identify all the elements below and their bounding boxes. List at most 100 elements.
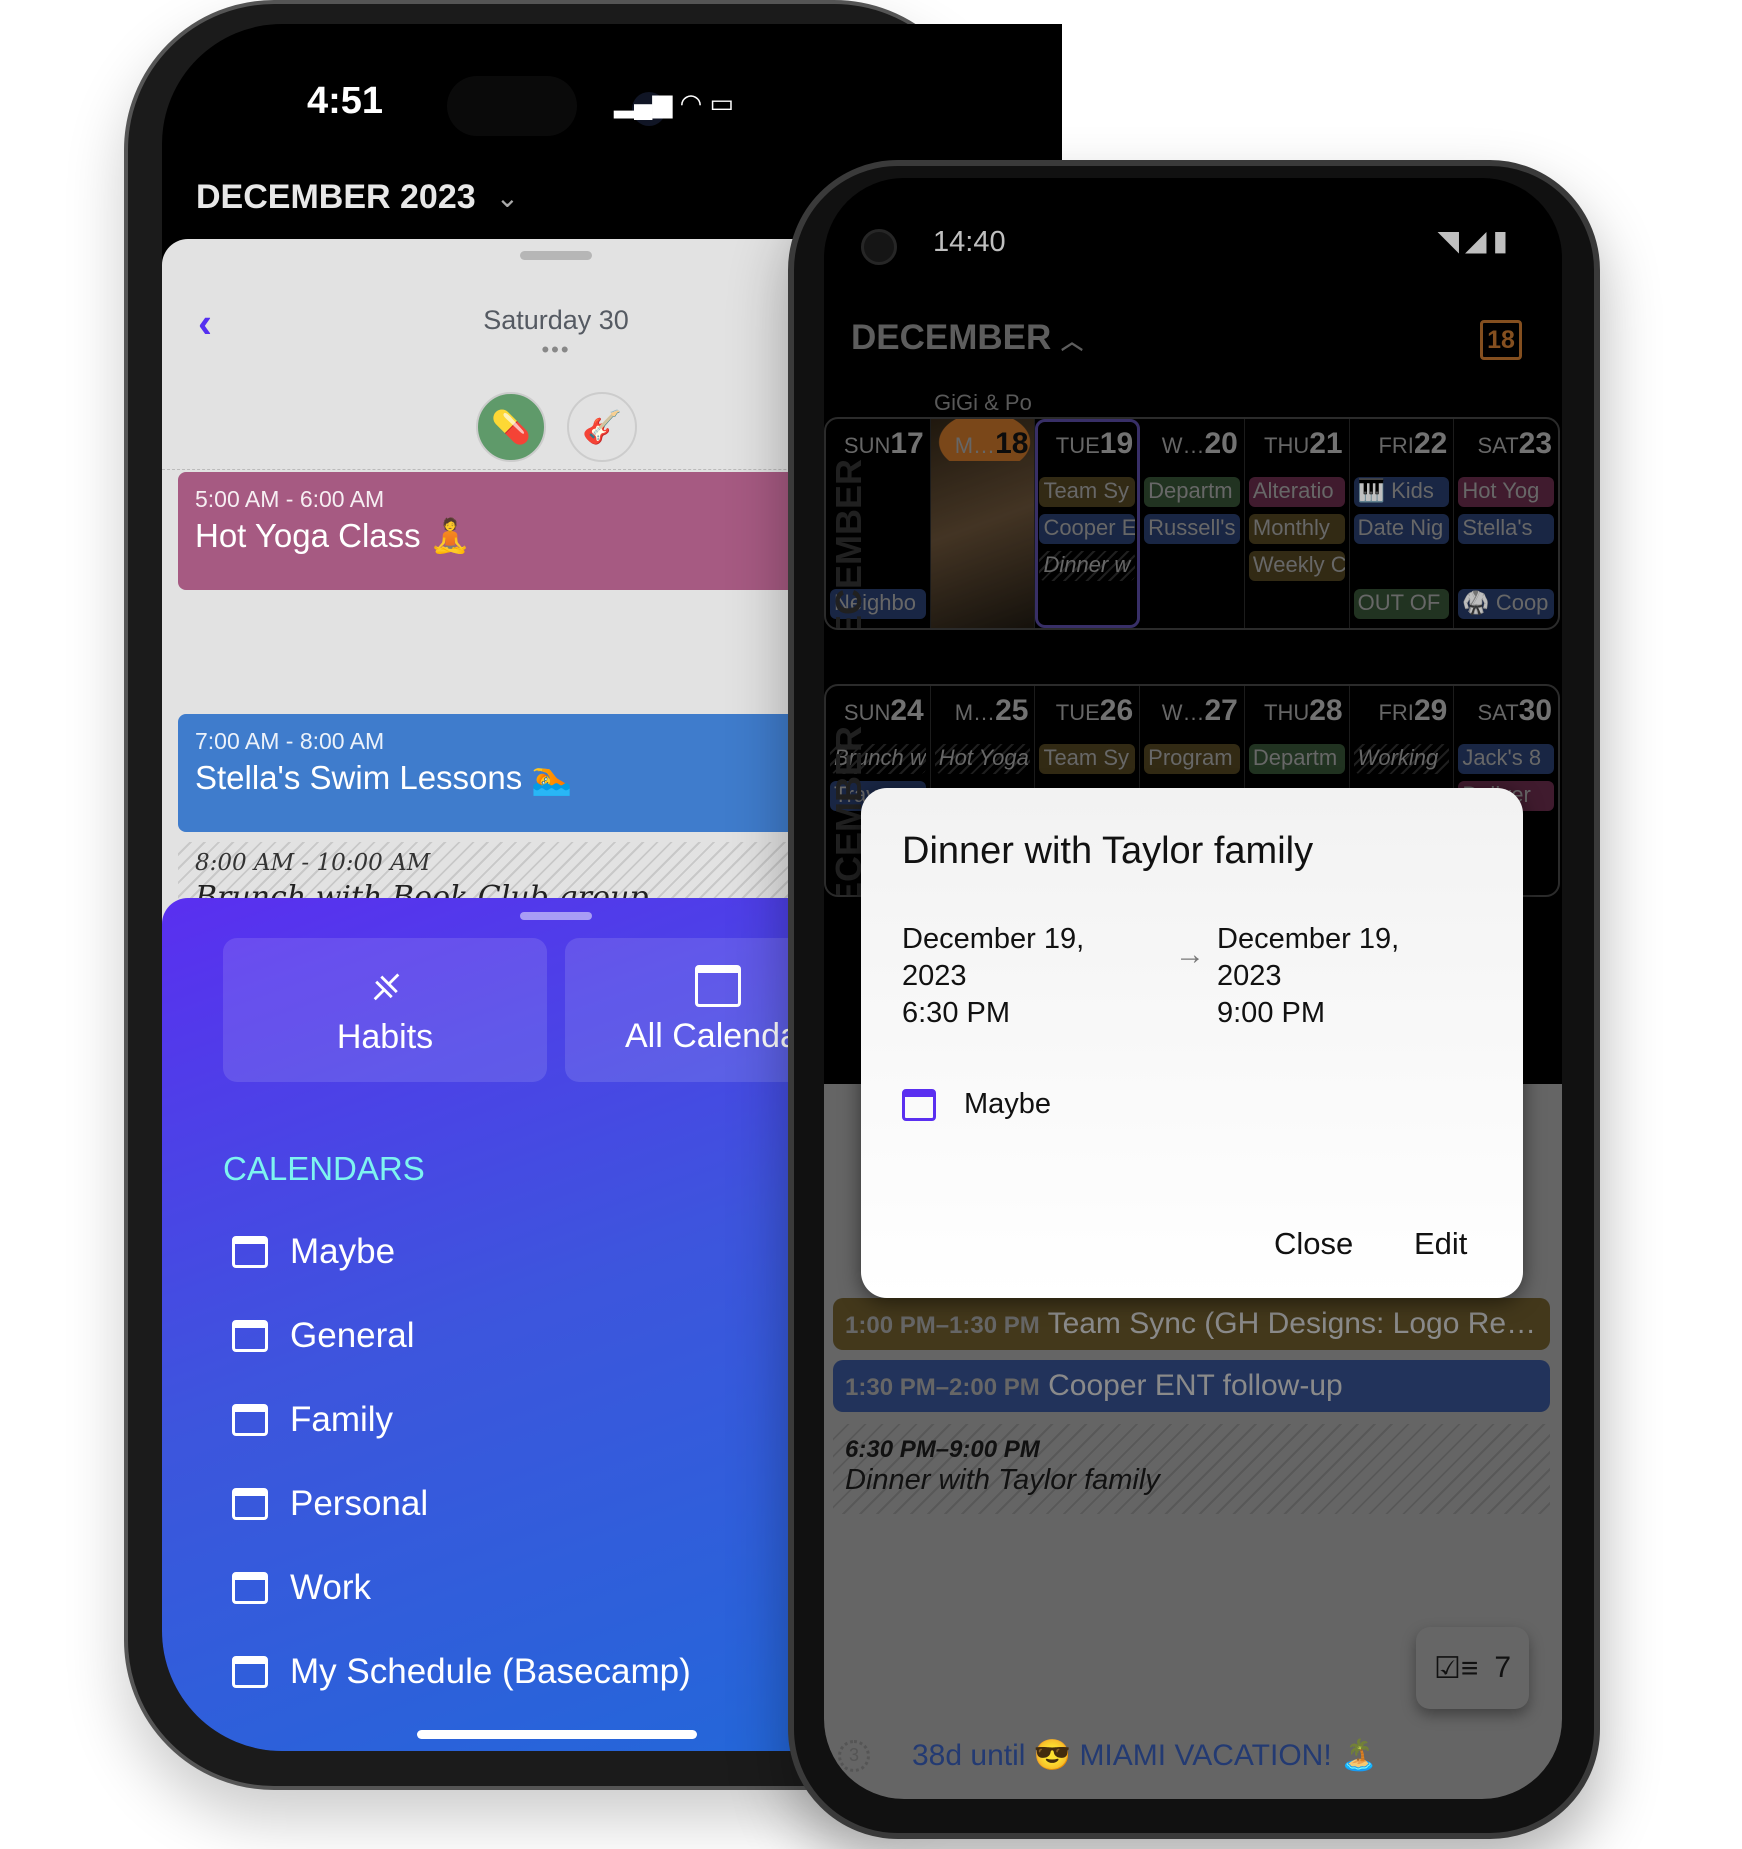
- calendar-icon: [232, 1572, 268, 1604]
- event-chip[interactable]: Cooper E: [1039, 514, 1136, 544]
- event-chip[interactable]: Jack's 8: [1458, 744, 1555, 774]
- banner-text: GiGi & Po: [934, 390, 1032, 415]
- event-chip[interactable]: Stella's: [1458, 514, 1555, 544]
- event-time: 1:00 PM–1:30 PM: [845, 1312, 1040, 1339]
- agenda-event[interactable]: 1:00 PM–1:30 PM Team Sync (GH Designs: L…: [833, 1298, 1550, 1350]
- month-vertical-label: DECEMBER: [828, 459, 869, 630]
- week-row: SUN17 Neighbo DECEMBER M…18 TUE19 Team Sy Coop…: [824, 417, 1560, 630]
- day-cell[interactable]: THU21 Alteratio Monthly Weekly C: [1245, 419, 1350, 628]
- event-chip[interactable]: Weekly C: [1248, 551, 1345, 581]
- calendar-icon: [902, 1088, 936, 1121]
- event-chip[interactable]: Team Sy: [1039, 477, 1136, 507]
- sheet-handle[interactable]: [520, 251, 592, 260]
- end-time: 9:00 PM: [1217, 997, 1325, 1029]
- agenda-event[interactable]: 1:30 PM–2:00 PM Cooper ENT follow-up: [833, 1360, 1550, 1412]
- start-datetime: December 19, 2023 6:30 PM: [902, 921, 1122, 1032]
- event-chip[interactable]: Departm: [1144, 477, 1240, 507]
- event-time: 6:30 PM–9:00 PM: [845, 1436, 1040, 1463]
- calendar-item[interactable]: Family: [232, 1400, 393, 1440]
- event-chip[interactable]: Dinner w: [1039, 551, 1136, 581]
- day-number: 17: [890, 427, 924, 460]
- end-date: December 19, 2023: [1217, 923, 1400, 992]
- weekday: THU: [1264, 433, 1310, 458]
- day-number: 27: [1204, 694, 1238, 727]
- day-header: W…20: [1140, 419, 1244, 461]
- today-button[interactable]: 18: [1480, 320, 1522, 360]
- day-header: FRI22: [1350, 419, 1454, 461]
- weekday: SAT: [1477, 433, 1519, 458]
- event-chip[interactable]: 🥋 Coop: [1458, 589, 1555, 619]
- day-header: M…18: [930, 419, 1035, 461]
- calendar-label: Maybe: [290, 1232, 396, 1271]
- event-chip[interactable]: Departm: [1248, 744, 1345, 774]
- weekday: W…: [1161, 433, 1205, 458]
- event-title: Team Sync (GH Designs: Logo Re…: [1047, 1307, 1537, 1340]
- wifi-signal-battery-icon: ◥◢▮: [1437, 225, 1514, 256]
- chevron-down-icon: ⌄: [495, 182, 520, 213]
- calendar-item[interactable]: My Schedule (Basecamp): [232, 1652, 691, 1692]
- calendar-item[interactable]: General: [232, 1316, 415, 1356]
- day-header: SAT30: [1454, 686, 1558, 728]
- weekday: SUN: [843, 433, 891, 458]
- event-chip[interactable]: Team Sy: [1039, 744, 1136, 774]
- checklist-icon: ☑≡: [1433, 1651, 1479, 1685]
- day-cell[interactable]: FRI22 🎹 Kids Date Nig OUT OF: [1350, 419, 1455, 628]
- event-chip[interactable]: Hot Yog: [1458, 477, 1555, 507]
- event-chip[interactable]: Hot Yoga: [934, 744, 1031, 774]
- camera: [861, 229, 897, 265]
- calendar-item[interactable]: Maybe: [232, 1232, 395, 1272]
- event-chip[interactable]: 🎹 Kids: [1353, 477, 1450, 507]
- event-title: Dinner with Taylor family: [845, 1464, 1160, 1496]
- event-chip[interactable]: Working: [1353, 744, 1450, 774]
- day-cell[interactable]: W…20 Departm Russell's: [1140, 419, 1245, 628]
- event-chip[interactable]: Monthly: [1248, 514, 1345, 544]
- day-cell[interactable]: SUN17 Neighbo DECEMBER: [826, 419, 931, 628]
- tasks-button[interactable]: ☑≡ 7: [1416, 1627, 1529, 1709]
- month-title: DECEMBER 2023: [196, 178, 476, 216]
- arrow-right-icon: →: [1175, 938, 1205, 971]
- day-number: 29: [1413, 694, 1448, 727]
- event-chip[interactable]: Alteratio: [1248, 477, 1345, 507]
- close-button[interactable]: Close: [1274, 1226, 1353, 1262]
- weekday: TUE: [1055, 433, 1100, 458]
- calendar-item[interactable]: Work: [232, 1568, 371, 1608]
- event-chip[interactable]: Russell's: [1144, 514, 1240, 544]
- weekday: W…: [1161, 700, 1205, 725]
- calendar-label: Personal: [290, 1484, 429, 1523]
- dynamic-island: [447, 76, 577, 136]
- start-date: December 19, 2023: [902, 923, 1085, 992]
- event-chip[interactable]: Program: [1144, 744, 1240, 774]
- day-number: 24: [890, 694, 924, 727]
- day-header: M…25: [931, 686, 1035, 728]
- month-picker[interactable]: DECEMBER 2023 ⌄: [196, 178, 519, 217]
- pill-icon[interactable]: 💊: [476, 392, 546, 462]
- habits-button[interactable]: ⟛ Habits: [223, 938, 547, 1082]
- calendars-header: CALENDARS: [223, 1150, 425, 1187]
- day-header: SUN24: [826, 686, 930, 728]
- countdown-bar[interactable]: 3 38d until 😎 MIAMI VACATION! 🏝️: [838, 1738, 1377, 1773]
- edit-button[interactable]: Edit: [1414, 1226, 1467, 1262]
- month-picker[interactable]: DECEMBER ︿: [851, 318, 1083, 358]
- tasks-count: 7: [1494, 1651, 1512, 1684]
- day-number: 25: [995, 694, 1029, 727]
- event-chip[interactable]: OUT OF: [1353, 589, 1450, 619]
- day-cell[interactable]: SAT23 Hot Yog Stella's 🥋 Coop: [1454, 419, 1558, 628]
- home-indicator[interactable]: [417, 1730, 697, 1739]
- day-cell[interactable]: M…18: [930, 419, 1036, 628]
- sheet-handle[interactable]: [520, 912, 592, 920]
- day-number: 22: [1413, 427, 1448, 460]
- agenda-event[interactable]: 6:30 PM–9:00 PM Dinner with Taylor famil…: [833, 1424, 1550, 1514]
- day-number: 26: [1099, 694, 1134, 727]
- event-title: Cooper ENT follow-up: [1048, 1369, 1343, 1402]
- calendar-item[interactable]: Personal: [232, 1484, 428, 1524]
- day-cell[interactable]: TUE19 Team Sy Cooper E Dinner w: [1035, 419, 1141, 628]
- countdown-text: 38d until 😎 MIAMI VACATION! 🏝️: [912, 1739, 1378, 1772]
- day-header: THU28: [1245, 686, 1349, 728]
- event-chip[interactable]: Date Nig: [1353, 514, 1450, 544]
- day-header: FRI29: [1350, 686, 1454, 728]
- chevron-up-icon: ︿: [1061, 329, 1084, 354]
- weekday: TUE: [1055, 700, 1100, 725]
- guitar-icon[interactable]: 🎸: [567, 392, 637, 462]
- calendar-label: Work: [290, 1568, 372, 1607]
- weekday: SUN: [843, 700, 891, 725]
